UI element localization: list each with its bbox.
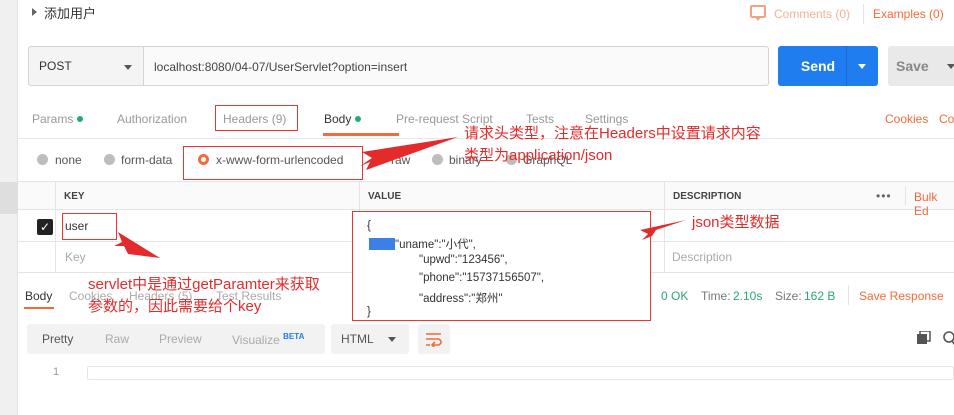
- bulk-edit-link[interactable]: Bulk Ed: [914, 190, 954, 218]
- divider: [905, 186, 906, 205]
- url-input[interactable]: localhost:8080/04-07/UserServlet?option=…: [143, 46, 769, 86]
- json-line-phone: "phone":"15737156507",: [419, 272, 545, 284]
- visualize-label: Visualize: [232, 333, 280, 347]
- status-badge: 0 OK: [661, 289, 689, 303]
- save-response-button[interactable]: Save Response: [859, 289, 944, 303]
- headers-highlight-box: [215, 105, 298, 131]
- radio-form-data[interactable]: [104, 154, 115, 165]
- chevron-down-icon: [858, 64, 866, 69]
- request-title-row: 添加用户 Comments (0) Examples (0): [18, 0, 954, 28]
- key-placeholder[interactable]: Key: [65, 250, 86, 264]
- divider: [863, 4, 864, 24]
- headers-annotation-line1: 请求头类型，注意在Headers中设置请求内容: [464, 125, 761, 142]
- tab-params-label: Params: [32, 112, 74, 126]
- examples-link[interactable]: Examples (0): [873, 7, 944, 21]
- tab-params[interactable]: Params: [32, 112, 84, 126]
- cookies-link[interactable]: Cookies: [885, 112, 928, 126]
- json-annotation: json类型数据: [692, 214, 780, 231]
- visualize-button[interactable]: Visualize BETA: [232, 332, 304, 347]
- time-label: Time:: [701, 289, 731, 303]
- column-header-value: VALUE: [359, 181, 664, 210]
- beta-badge: BETA: [283, 332, 305, 341]
- radio-raw[interactable]: [373, 154, 384, 165]
- method-select[interactable]: POST: [28, 46, 144, 86]
- request-title[interactable]: 添加用户: [44, 3, 96, 22]
- radio-none[interactable]: [37, 154, 48, 165]
- format-select[interactable]: HTML: [331, 324, 409, 354]
- wrap-icon: [426, 333, 442, 347]
- description-placeholder[interactable]: Description: [672, 250, 732, 264]
- headers-annotation-line2: 类型为application/json: [464, 147, 613, 164]
- json-line-uname: "uname":"小代",: [395, 239, 476, 251]
- chevron-down-icon: [388, 337, 396, 342]
- active-tab-indicator: [323, 133, 399, 136]
- tab-body[interactable]: Body: [324, 112, 362, 126]
- sidebar-selected-item[interactable]: [0, 182, 18, 214]
- active-dot-icon: [355, 116, 362, 122]
- key-highlight-box: [62, 213, 117, 240]
- column-key-label: KEY: [64, 191, 85, 202]
- send-options-button[interactable]: [846, 46, 878, 86]
- radio-raw-label: raw: [391, 153, 411, 167]
- size-value: 162 B: [804, 289, 836, 303]
- save-label: Save: [896, 58, 929, 74]
- wrap-lines-button[interactable]: [418, 324, 450, 354]
- raw-button[interactable]: Raw: [105, 332, 129, 346]
- collapse-caret-icon[interactable]: [32, 8, 37, 16]
- active-dot-icon: [77, 116, 84, 122]
- tab-response-body[interactable]: Body: [25, 289, 52, 303]
- json-close-brace: }: [367, 306, 371, 318]
- copy-icon[interactable]: [917, 331, 931, 345]
- tab-body-label: Body: [324, 112, 352, 126]
- preview-button[interactable]: Preview: [159, 332, 202, 346]
- line-number: 1: [53, 366, 60, 378]
- left-sidebar-strip: [0, 0, 18, 415]
- column-value-label: VALUE: [368, 191, 402, 202]
- radio-form-data-label: form-data: [121, 153, 173, 167]
- search-icon[interactable]: [942, 331, 954, 345]
- radio-none-label: none: [55, 153, 82, 167]
- json-value-box: { "uname":"小代", "upwd":"123456", "phone"…: [352, 211, 651, 321]
- time-value: 2.10s: [733, 289, 763, 303]
- json-line-upwd: "upwd":"123456",: [419, 254, 508, 266]
- column-header-key: KEY: [55, 181, 359, 210]
- chevron-down-icon: [124, 65, 132, 70]
- response-editor[interactable]: [87, 366, 954, 380]
- more-options-icon[interactable]: •••: [876, 189, 892, 203]
- json-line-address: "address":"郑州": [419, 293, 503, 305]
- json-open-brace: {: [367, 220, 371, 232]
- tab-authorization[interactable]: Authorization: [117, 112, 187, 126]
- urlencoded-highlight-box: [183, 146, 363, 180]
- servlet-annotation-line2: 参数的，因此需要给个key: [88, 298, 262, 315]
- column-description-label: DESCRIPTION: [673, 191, 742, 202]
- radio-binary[interactable]: [432, 154, 443, 165]
- method-label: POST: [39, 59, 72, 73]
- size-label: Size:: [775, 289, 802, 303]
- format-label: HTML: [341, 332, 374, 346]
- url-text: localhost:8080/04-07/UserServlet?option=…: [154, 60, 408, 74]
- save-button[interactable]: Save: [888, 46, 954, 86]
- servlet-annotation-line1: servlet中是通过getParamter来获取: [88, 276, 320, 293]
- code-link[interactable]: Co: [939, 112, 954, 126]
- pretty-button[interactable]: Pretty: [42, 332, 73, 346]
- column-header-description: DESCRIPTION: [664, 181, 954, 210]
- selection-highlight: [369, 238, 395, 250]
- row-enabled-checkbox[interactable]: ✓: [37, 219, 53, 235]
- divider: [848, 285, 849, 305]
- active-tab-indicator: [24, 307, 54, 309]
- comments-link[interactable]: Comments (0): [774, 7, 850, 21]
- comment-icon[interactable]: [750, 5, 766, 21]
- chevron-down-icon: [947, 64, 954, 69]
